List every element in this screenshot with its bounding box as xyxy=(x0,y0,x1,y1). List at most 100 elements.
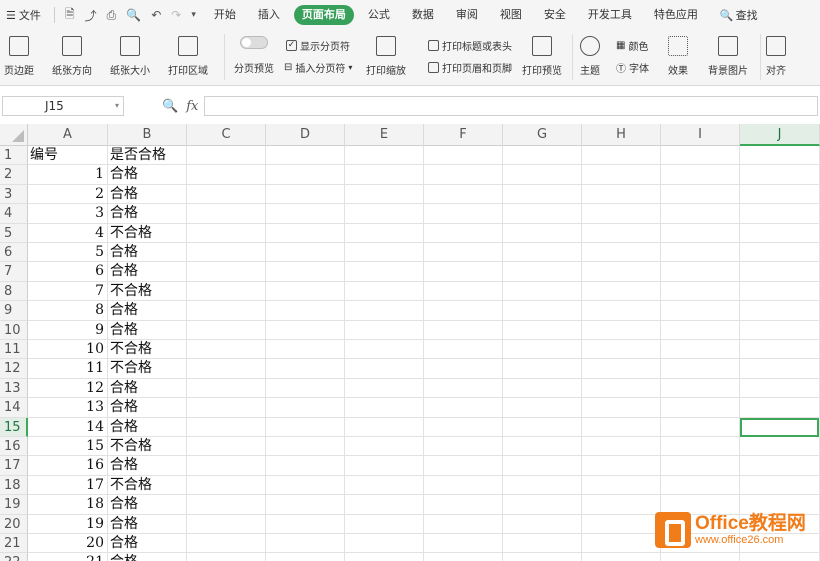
cell-id[interactable]: 17 xyxy=(28,475,108,496)
empty-cell[interactable] xyxy=(503,456,582,476)
empty-cell[interactable] xyxy=(187,165,266,185)
empty-cell[interactable] xyxy=(503,165,582,185)
empty-cell[interactable] xyxy=(740,184,820,205)
empty-cell[interactable] xyxy=(740,378,820,399)
empty-cell[interactable] xyxy=(424,398,503,418)
empty-cell[interactable] xyxy=(582,437,661,457)
empty-cell[interactable] xyxy=(266,204,345,224)
empty-cell[interactable] xyxy=(503,417,582,437)
empty-cell[interactable] xyxy=(424,301,503,321)
empty-cell[interactable] xyxy=(266,243,345,263)
empty-cell[interactable] xyxy=(345,243,424,263)
margins-button[interactable]: 页边距 xyxy=(4,30,34,77)
empty-cell[interactable] xyxy=(266,340,345,360)
empty-cell[interactable] xyxy=(345,359,424,379)
cell-id[interactable]: 16 xyxy=(28,456,108,476)
empty-cell[interactable] xyxy=(503,534,582,554)
empty-cell[interactable] xyxy=(661,398,740,418)
empty-cell[interactable] xyxy=(424,184,503,205)
page-break-preview-button[interactable]: 分页预览 xyxy=(234,60,274,75)
empty-cell[interactable] xyxy=(661,262,740,282)
empty-cell[interactable] xyxy=(424,223,503,243)
empty-cell[interactable] xyxy=(503,301,582,321)
fx-button[interactable]: fx xyxy=(186,99,198,114)
empty-cell[interactable] xyxy=(582,204,661,224)
empty-cell[interactable] xyxy=(345,262,424,282)
empty-cell[interactable] xyxy=(424,262,503,282)
empty-cell[interactable] xyxy=(503,340,582,360)
file-menu[interactable]: ☰ 文件 xyxy=(0,7,50,23)
empty-cell[interactable] xyxy=(266,514,345,534)
empty-cell[interactable] xyxy=(503,514,582,534)
header-cell-status[interactable]: 是否合格 xyxy=(108,146,187,166)
empty-cell[interactable] xyxy=(503,223,582,243)
empty-cell[interactable] xyxy=(503,475,582,496)
empty-cell[interactable] xyxy=(582,534,661,554)
row-header[interactable]: 1 xyxy=(0,146,28,166)
cell-status[interactable]: 合格 xyxy=(108,378,187,399)
empty-cell[interactable] xyxy=(266,456,345,476)
empty-cell[interactable] xyxy=(740,340,820,360)
row-header[interactable]: 11 xyxy=(0,340,28,360)
menu-tab-6[interactable]: 视图 xyxy=(492,5,530,25)
empty-cell[interactable] xyxy=(345,456,424,476)
cell-id[interactable]: 20 xyxy=(28,534,108,554)
row-header[interactable]: 6 xyxy=(0,243,28,263)
paper-size-button[interactable]: 纸张大小 xyxy=(110,30,150,77)
empty-cell[interactable] xyxy=(187,281,266,302)
empty-cell[interactable] xyxy=(503,262,582,282)
empty-cell[interactable] xyxy=(740,456,820,476)
cell-status[interactable]: 不合格 xyxy=(108,359,187,379)
empty-cell[interactable] xyxy=(503,146,582,166)
empty-cell[interactable] xyxy=(424,378,503,399)
empty-cell[interactable] xyxy=(740,553,820,561)
cell-status[interactable]: 合格 xyxy=(108,301,187,321)
chevron-down-icon[interactable]: ▾ xyxy=(115,97,119,115)
empty-cell[interactable] xyxy=(582,146,661,166)
page-break-toggle[interactable] xyxy=(240,36,268,49)
row-header[interactable]: 21 xyxy=(0,534,28,554)
empty-cell[interactable] xyxy=(345,204,424,224)
empty-cell[interactable] xyxy=(187,184,266,205)
row-header[interactable]: 7 xyxy=(0,262,28,282)
empty-cell[interactable] xyxy=(187,456,266,476)
empty-cell[interactable] xyxy=(740,301,820,321)
empty-cell[interactable] xyxy=(424,359,503,379)
empty-cell[interactable] xyxy=(661,146,740,166)
empty-cell[interactable] xyxy=(187,417,266,437)
empty-cell[interactable] xyxy=(345,553,424,561)
empty-cell[interactable] xyxy=(345,281,424,302)
empty-cell[interactable] xyxy=(345,475,424,496)
empty-cell[interactable] xyxy=(424,165,503,185)
empty-cell[interactable] xyxy=(345,534,424,554)
empty-cell[interactable] xyxy=(266,320,345,340)
undo-icon[interactable]: ↶ xyxy=(151,8,161,22)
column-header-h[interactable]: H xyxy=(582,124,661,146)
empty-cell[interactable] xyxy=(345,340,424,360)
row-header[interactable]: 5 xyxy=(0,223,28,243)
column-header-d[interactable]: D xyxy=(266,124,345,146)
row-header[interactable]: 4 xyxy=(0,204,28,224)
column-header-c[interactable]: C xyxy=(187,124,266,146)
row-header[interactable]: 9 xyxy=(0,301,28,321)
empty-cell[interactable] xyxy=(661,553,740,561)
menu-tab-3[interactable]: 公式 xyxy=(360,5,398,25)
row-header[interactable]: 19 xyxy=(0,495,28,515)
cell-status[interactable]: 合格 xyxy=(108,495,187,515)
empty-cell[interactable] xyxy=(661,475,740,496)
empty-cell[interactable] xyxy=(424,534,503,554)
cell-id[interactable]: 5 xyxy=(28,243,108,263)
empty-cell[interactable] xyxy=(187,495,266,515)
cell-id[interactable]: 4 xyxy=(28,223,108,243)
empty-cell[interactable] xyxy=(345,398,424,418)
empty-cell[interactable] xyxy=(187,553,266,561)
empty-cell[interactable] xyxy=(266,495,345,515)
empty-cell[interactable] xyxy=(266,534,345,554)
empty-cell[interactable] xyxy=(266,437,345,457)
empty-cell[interactable] xyxy=(582,553,661,561)
row-header[interactable]: 22 xyxy=(0,553,28,561)
empty-cell[interactable] xyxy=(661,320,740,340)
empty-cell[interactable] xyxy=(266,378,345,399)
header-cell-id[interactable]: 编号 xyxy=(28,146,108,166)
empty-cell[interactable] xyxy=(503,184,582,205)
